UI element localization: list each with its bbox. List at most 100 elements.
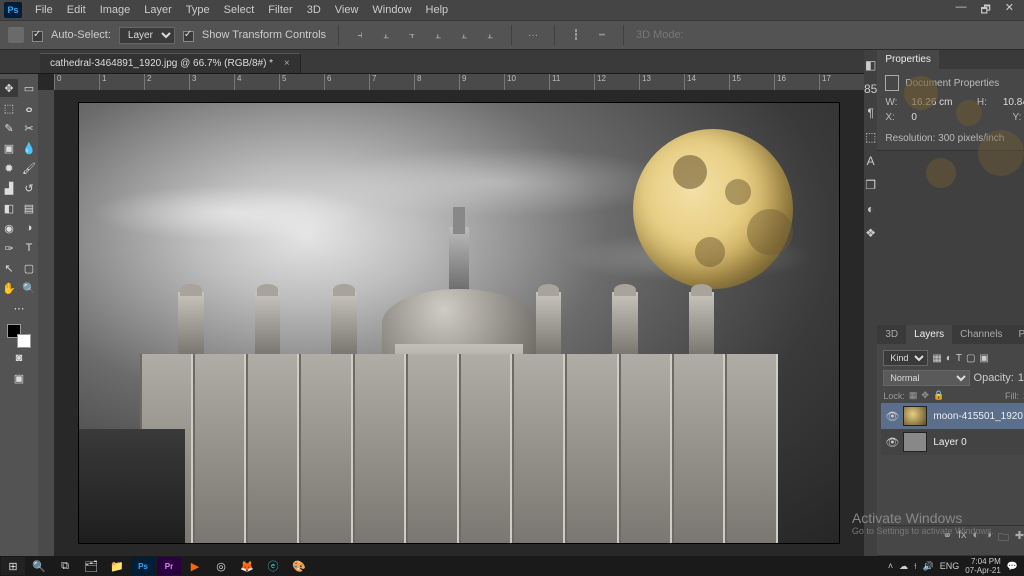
taskbar-chrome-icon[interactable]: ◎ bbox=[209, 557, 233, 575]
taskbar-firefox-icon[interactable]: 🦊 bbox=[235, 557, 259, 575]
canvas-cathedral-layer[interactable] bbox=[140, 200, 778, 543]
shape-tool[interactable]: ▢ bbox=[20, 259, 38, 277]
blur-tool[interactable]: ◉ bbox=[0, 219, 18, 237]
task-view-icon[interactable]: ⧉ bbox=[53, 557, 77, 575]
document-canvas[interactable] bbox=[79, 103, 839, 543]
taskbar-premiere-icon[interactable]: Pr bbox=[157, 557, 181, 575]
color-panel-icon[interactable]: ◧ bbox=[865, 58, 876, 72]
align-right-icon[interactable]: ⫟ bbox=[403, 28, 421, 42]
filter-shape-icon[interactable]: ▢ bbox=[966, 353, 975, 364]
lock-position-icon[interactable]: ✥ bbox=[921, 390, 929, 401]
tab-close-icon[interactable]: × bbox=[284, 58, 290, 69]
artboard-tool[interactable]: ▭ bbox=[20, 79, 38, 97]
menu-3d[interactable]: 3D bbox=[300, 2, 328, 18]
paragraph-panel-icon[interactable]: ¶ bbox=[867, 106, 873, 120]
swatches-panel-icon[interactable]: 85 bbox=[864, 82, 877, 96]
history-brush-tool[interactable]: ↺ bbox=[20, 179, 38, 197]
tray-lang-icon[interactable]: ENG bbox=[940, 561, 960, 571]
taskbar-vlc-icon[interactable]: ▶ bbox=[183, 557, 207, 575]
tray-wifi-icon[interactable]: ⟊ bbox=[914, 561, 916, 572]
taskbar-paint-icon[interactable]: 🎨 bbox=[287, 557, 311, 575]
healing-tool[interactable]: ✹ bbox=[0, 159, 18, 177]
layer-group-icon[interactable]: 🗀 bbox=[998, 529, 1009, 548]
libraries-panel-icon[interactable]: ⬚ bbox=[865, 130, 876, 144]
layer-row[interactable]: 👁 moon-415501_1920 bbox=[881, 403, 1024, 429]
layer-row[interactable]: 👁 Layer 0 🔒 bbox=[881, 429, 1024, 455]
tab-layers[interactable]: Layers bbox=[906, 325, 952, 344]
filter-type-icon[interactable]: T bbox=[956, 353, 962, 364]
menu-select[interactable]: Select bbox=[217, 2, 262, 18]
distribute-v-icon[interactable]: ┅ bbox=[593, 28, 611, 42]
window-restore-icon[interactable]: 🗗 bbox=[980, 1, 990, 20]
menu-window[interactable]: Window bbox=[365, 2, 418, 18]
eraser-tool[interactable]: ◧ bbox=[0, 199, 18, 217]
move-tool-icon[interactable] bbox=[8, 27, 24, 43]
frame-tool[interactable]: ▣ bbox=[0, 139, 18, 157]
hand-tool[interactable]: ✋ bbox=[0, 279, 18, 297]
tray-notifications-icon[interactable]: 💬 bbox=[1007, 561, 1018, 572]
move-tool[interactable]: ✥ bbox=[0, 79, 18, 97]
crop-tool[interactable]: ✂ bbox=[20, 119, 38, 137]
auto-select-dropdown[interactable]: Layer bbox=[119, 27, 175, 44]
align-bottom-icon[interactable]: ⫠ bbox=[481, 28, 499, 42]
layer-thumbnail[interactable] bbox=[903, 432, 927, 452]
show-transform-checkbox[interactable] bbox=[183, 31, 194, 42]
align-left-icon[interactable]: ⫞ bbox=[351, 28, 369, 42]
new-layer-icon[interactable]: ✚ bbox=[1015, 529, 1024, 548]
file-explorer-icon[interactable]: 🗂 bbox=[79, 557, 103, 575]
properties-tab[interactable]: Properties bbox=[877, 50, 939, 69]
tab-channels[interactable]: Channels bbox=[952, 325, 1010, 344]
more-align-icon[interactable]: ··· bbox=[524, 28, 542, 42]
pen-tool[interactable]: ✑ bbox=[0, 239, 18, 257]
distribute-h-icon[interactable]: ┇ bbox=[567, 28, 585, 42]
styles-panel-icon[interactable]: ◐ bbox=[867, 202, 874, 216]
adjustments-panel-icon[interactable]: ❐ bbox=[865, 178, 876, 192]
window-close-icon[interactable]: ✕ bbox=[1005, 1, 1014, 20]
vertical-ruler[interactable] bbox=[38, 90, 54, 556]
type-tool[interactable]: T bbox=[20, 239, 38, 257]
character-panel-icon[interactable]: A bbox=[867, 154, 875, 168]
opacity-value[interactable]: 100% bbox=[1018, 372, 1024, 384]
tab-3d[interactable]: 3D bbox=[877, 325, 906, 344]
quick-select-tool[interactable]: ✎ bbox=[0, 119, 18, 137]
window-minimize-icon[interactable]: — bbox=[955, 1, 966, 20]
filter-smart-icon[interactable]: ▣ bbox=[979, 353, 988, 364]
blend-mode-dropdown[interactable]: Normal bbox=[883, 370, 969, 386]
search-icon[interactable]: 🔍 bbox=[27, 557, 51, 575]
color-swatches[interactable] bbox=[7, 324, 31, 348]
zoom-tool[interactable]: 🔍 bbox=[20, 279, 38, 297]
tray-up-icon[interactable]: ˄ bbox=[888, 561, 893, 571]
layer-filter-kind[interactable]: Kind bbox=[883, 350, 928, 366]
stamp-tool[interactable]: ▟ bbox=[0, 179, 18, 197]
start-button[interactable]: ⊞ bbox=[1, 557, 25, 575]
menu-help[interactable]: Help bbox=[419, 2, 456, 18]
menu-filter[interactable]: Filter bbox=[261, 2, 299, 18]
lock-pixels-icon[interactable]: ▦ bbox=[909, 390, 918, 401]
visibility-icon[interactable]: 👁 bbox=[885, 410, 897, 423]
lasso-tool[interactable]: ⴰ bbox=[20, 99, 38, 117]
taskbar-photoshop-icon[interactable]: Ps bbox=[131, 557, 155, 575]
auto-select-checkbox[interactable] bbox=[32, 31, 43, 42]
filter-adjust-icon[interactable]: ◐ bbox=[946, 353, 952, 364]
gradient-tool[interactable]: ▤ bbox=[20, 199, 38, 217]
dodge-tool[interactable]: ◑ bbox=[20, 219, 38, 237]
menu-view[interactable]: View bbox=[328, 2, 366, 18]
menu-edit[interactable]: Edit bbox=[60, 2, 93, 18]
taskbar-edge-icon[interactable]: ⓔ bbox=[261, 557, 285, 575]
document-tab[interactable]: cathedral-3464891_1920.jpg @ 66.7% (RGB/… bbox=[40, 53, 301, 73]
menu-file[interactable]: File bbox=[28, 2, 60, 18]
layer-name[interactable]: moon-415501_1920 bbox=[933, 411, 1023, 422]
filter-pixel-icon[interactable]: ▦ bbox=[932, 353, 941, 364]
layer-thumbnail[interactable] bbox=[903, 406, 927, 426]
taskbar-clock[interactable]: 7:04 PM07-Apr-21 bbox=[965, 557, 1001, 575]
explorer-folder-icon[interactable]: 📁 bbox=[105, 557, 129, 575]
menu-layer[interactable]: Layer bbox=[137, 2, 179, 18]
tray-sound-icon[interactable]: 🔊 bbox=[922, 561, 933, 572]
layer-name[interactable]: Layer 0 bbox=[933, 437, 966, 448]
eyedropper-tool[interactable]: 💧 bbox=[20, 139, 38, 157]
align-vcenter-icon[interactable]: ⫠ bbox=[455, 28, 473, 42]
more-panel-icon[interactable]: ❖ bbox=[865, 226, 876, 240]
align-top-icon[interactable]: ⫠ bbox=[429, 28, 447, 42]
menu-type[interactable]: Type bbox=[179, 2, 217, 18]
align-hcenter-icon[interactable]: ⫠ bbox=[377, 28, 395, 42]
